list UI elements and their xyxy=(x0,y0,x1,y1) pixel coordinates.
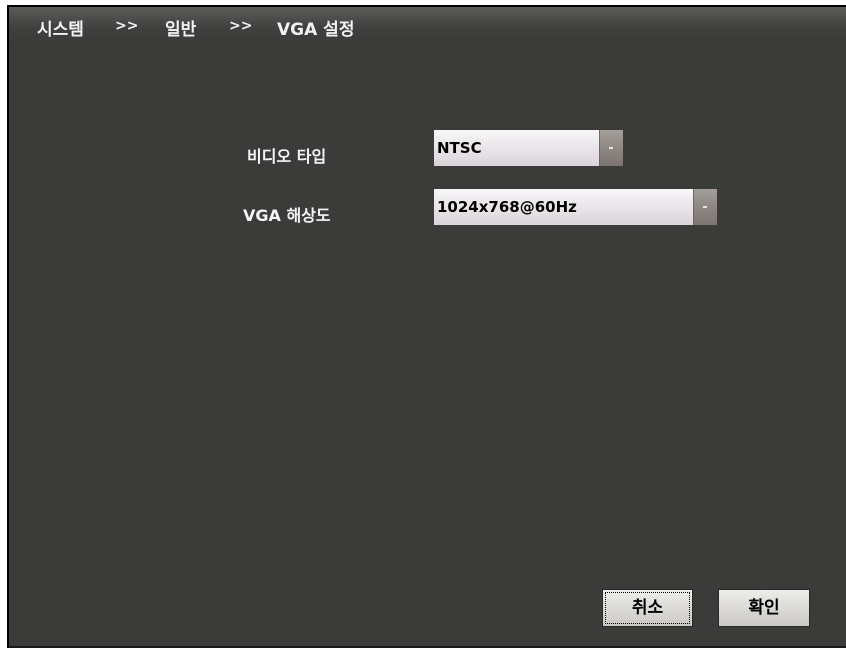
vga-resolution-value: 1024x768@60Hz xyxy=(437,198,577,216)
breadcrumb-separator: >> xyxy=(115,18,139,34)
video-type-label: 비디오 타입 xyxy=(247,147,327,166)
breadcrumb-general[interactable]: 일반 xyxy=(165,15,196,40)
breadcrumb-current: VGA 설정 xyxy=(277,20,355,40)
video-type-select[interactable]: NTSC xyxy=(434,130,623,166)
breadcrumb-separator: >> xyxy=(229,18,253,34)
breadcrumb-system[interactable]: 시스템 xyxy=(37,15,84,40)
vga-settings-window: 시스템 >> 일반 >> VGA 설정 비디오 타입 NTSC VGA 해상도 … xyxy=(7,5,846,648)
title-bar: 시스템 >> 일반 >> VGA 설정 xyxy=(9,7,846,47)
video-type-value: NTSC xyxy=(437,139,482,157)
vga-resolution-label: VGA 해상도 xyxy=(243,206,331,225)
vga-resolution-select[interactable]: 1024x768@60Hz xyxy=(434,189,717,225)
cancel-button[interactable]: 취소 xyxy=(602,589,693,627)
chevron-down-icon[interactable] xyxy=(693,189,717,225)
chevron-down-icon[interactable] xyxy=(599,130,623,166)
confirm-button[interactable]: 확인 xyxy=(718,589,810,627)
bottom-border xyxy=(9,646,846,648)
